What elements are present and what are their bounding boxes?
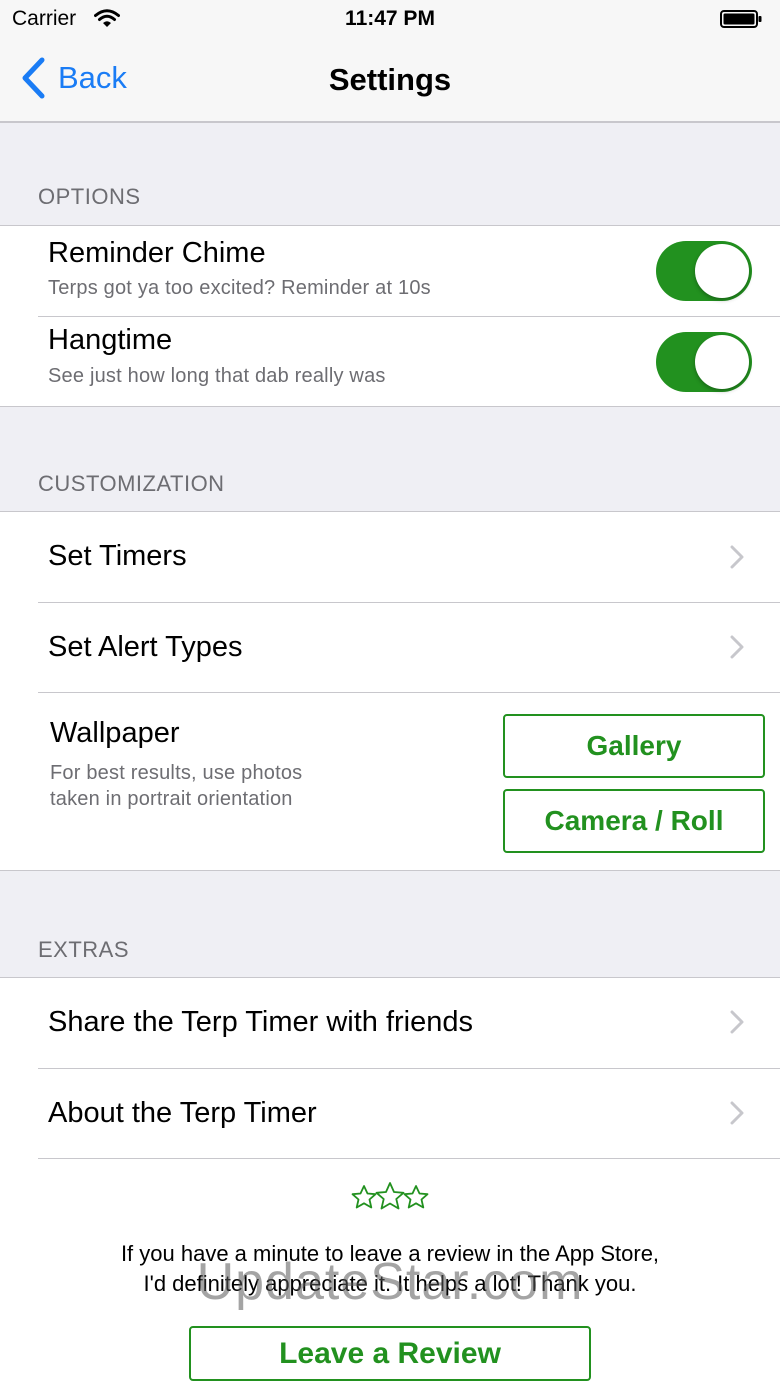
stars-icon [351,1182,429,1210]
chevron-right-icon [730,545,744,569]
chevron-right-icon [730,1010,744,1034]
extras-section-header: EXTRAS [38,937,130,962]
row-separator [38,1158,780,1159]
chevron-right-icon [730,1101,744,1125]
customization-group: Set Timers Set Alert Types Wallpaper For… [0,511,780,871]
set-alert-types-label: Set Alert Types [48,631,243,663]
page-title: Settings [328,62,452,97]
set-alert-types-row[interactable]: Set Alert Types [0,603,780,692]
gallery-button[interactable]: Gallery [503,714,765,778]
toggle-knob [695,335,749,389]
leave-review-button[interactable]: Leave a Review [189,1326,591,1381]
options-group: Reminder Chime Terps got ya too excited?… [0,225,780,407]
reminder-chime-toggle[interactable] [656,241,752,301]
toggle-knob [695,244,749,298]
hangtime-toggle[interactable] [656,332,752,392]
reminder-chime-title: Reminder Chime [48,237,266,269]
options-section-header: OPTIONS [38,184,141,209]
camera-roll-button[interactable]: Camera / Roll [503,789,765,853]
about-label: About the Terp Timer [48,1097,317,1129]
reminder-chime-subtitle: Terps got ya too excited? Reminder at 10… [48,277,431,299]
hangtime-subtitle: See just how long that dab really was [48,365,386,387]
status-time: 11:47 PM [345,7,435,30]
chevron-right-icon [730,635,744,659]
wallpaper-subtitle-line2: taken in portrait orientation [50,788,293,810]
reminder-chime-row: Reminder Chime Terps got ya too excited?… [0,226,780,316]
wallpaper-title: Wallpaper [50,717,180,749]
review-message-line1: If you have a minute to leave a review i… [120,1241,660,1266]
set-timers-label: Set Timers [48,540,187,572]
wallpaper-subtitle-line1: For best results, use photos [50,762,303,784]
review-message-line2: I'd definitely appreciate it. It helps a… [143,1271,637,1296]
about-row[interactable]: About the Terp Timer [0,1069,780,1158]
customization-section-header: CUSTOMIZATION [38,471,225,496]
share-label: Share the Terp Timer with friends [48,1006,473,1038]
wallpaper-row: Wallpaper For best results, use photos t… [0,693,780,870]
hangtime-row: Hangtime See just how long that dab real… [0,317,780,406]
set-timers-row[interactable]: Set Timers [0,512,780,602]
battery-icon [720,10,762,28]
share-row[interactable]: Share the Terp Timer with friends [0,978,780,1068]
status-bar: Carrier 11:47 PM [0,0,780,40]
hangtime-title: Hangtime [48,324,173,356]
navigation-bar: Back Settings [0,40,780,123]
